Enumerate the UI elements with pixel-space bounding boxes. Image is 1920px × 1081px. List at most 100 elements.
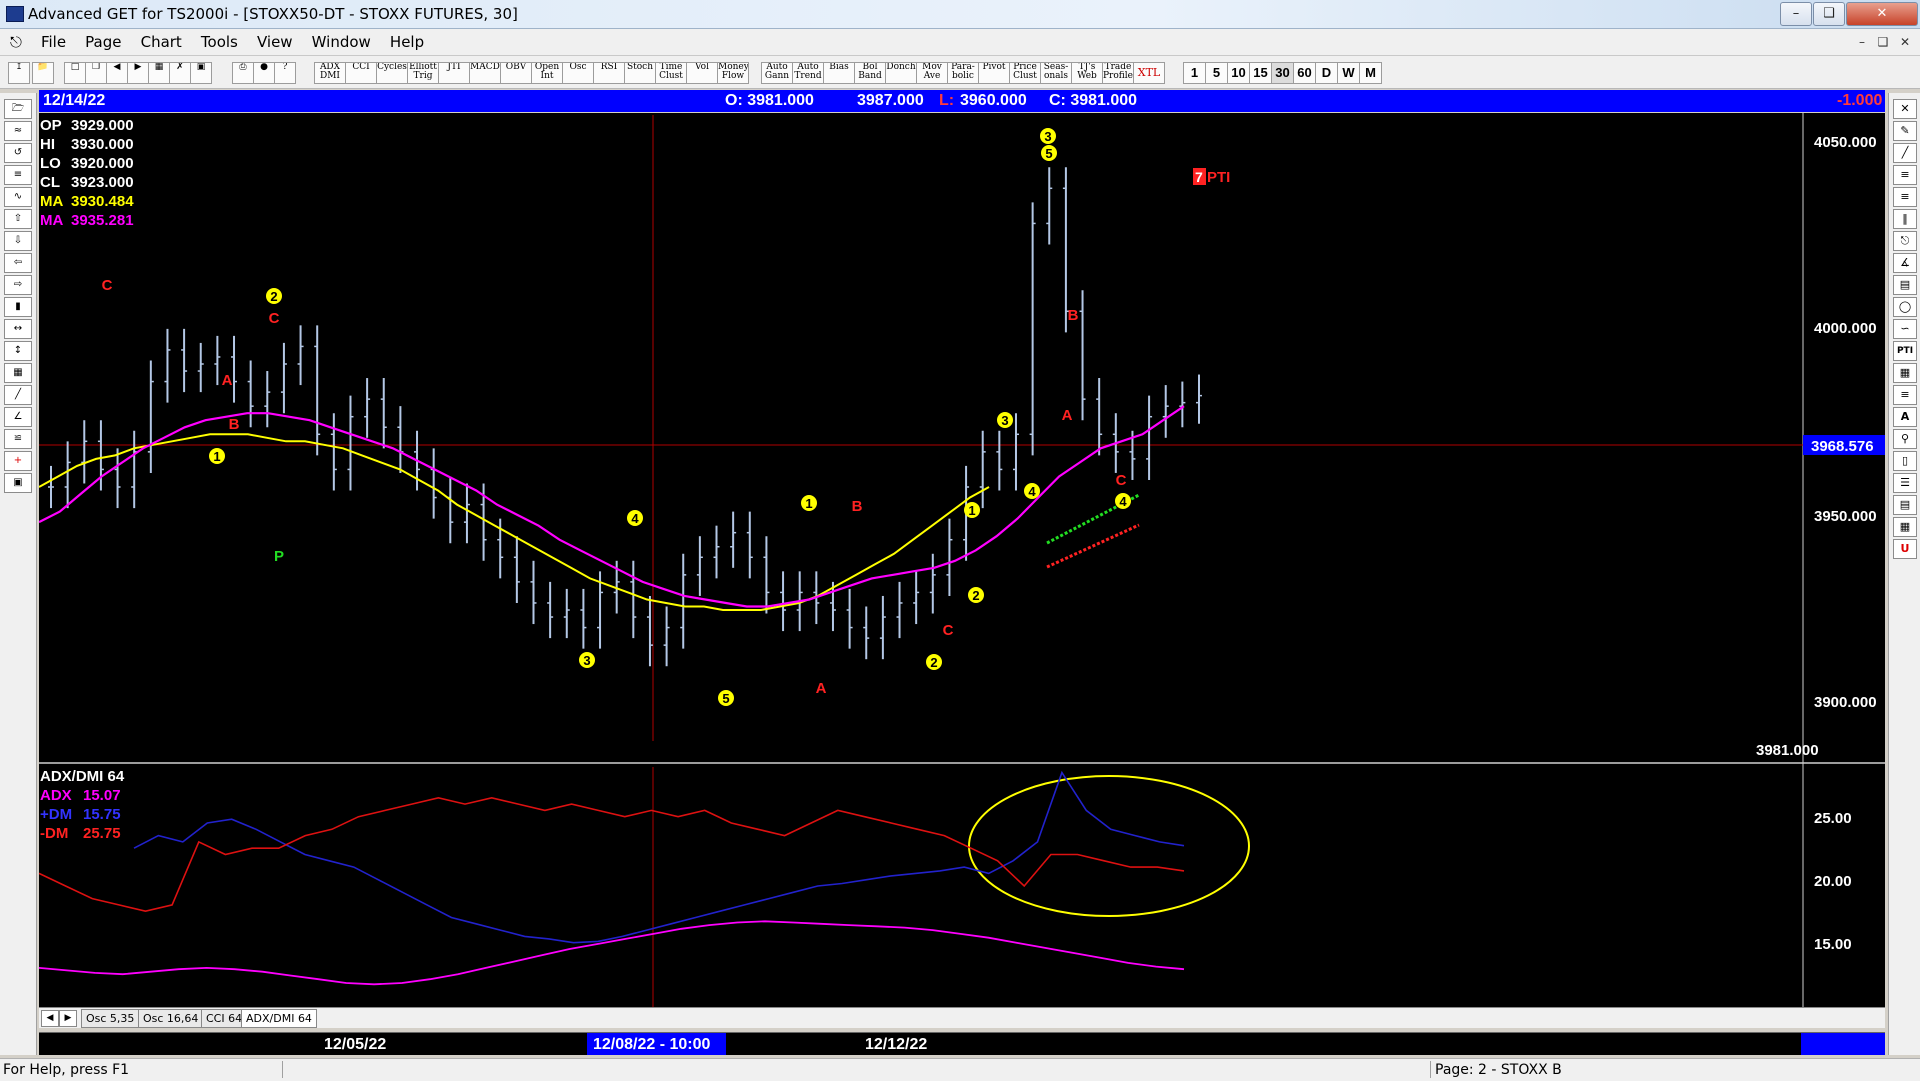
- interval-60[interactable]: 60: [1293, 62, 1316, 84]
- hint-icon[interactable]: ●: [253, 62, 275, 84]
- ellipse-icon[interactable]: ◯: [1893, 297, 1917, 317]
- tool-time-clust[interactable]: Time Clust: [655, 62, 687, 84]
- tool-pivot[interactable]: Pivot: [978, 62, 1010, 84]
- fib-time-icon[interactable]: ‖: [1893, 209, 1917, 229]
- doc-icon[interactable]: ⎋: [0, 29, 29, 51]
- maximize-button[interactable]: ❑: [1813, 2, 1845, 26]
- delete-icon[interactable]: ✗: [169, 62, 191, 84]
- interval-5[interactable]: 5: [1205, 62, 1228, 84]
- tool-vol[interactable]: Vol: [686, 62, 718, 84]
- arrow-up-icon[interactable]: ⇧: [4, 209, 32, 229]
- open-icon[interactable]: 🗁: [4, 99, 32, 119]
- new-page-icon[interactable]: □: [64, 62, 86, 84]
- mdi-restore-icon[interactable]: ❑: [1873, 33, 1893, 51]
- arrow-right-icon[interactable]: ⇨: [4, 275, 32, 295]
- tab-osc-16-64[interactable]: Osc 16,64: [138, 1009, 204, 1028]
- tool-obv[interactable]: OBV: [500, 62, 532, 84]
- tool-jti[interactable]: JTI: [438, 62, 470, 84]
- open-folder-icon[interactable]: 📁: [32, 62, 54, 84]
- pointer-tool-icon[interactable]: ↥: [8, 62, 30, 84]
- regression-icon[interactable]: ∽: [1893, 319, 1917, 339]
- spiral-icon[interactable]: ⎋: [1893, 231, 1917, 251]
- interval-daily[interactable]: D: [1315, 62, 1338, 84]
- tool-open-int[interactable]: Open Int: [531, 62, 563, 84]
- fib-ret-icon[interactable]: ≡: [1893, 165, 1917, 185]
- zoom-icon[interactable]: ⚲: [1893, 429, 1917, 449]
- tool-bias[interactable]: Bias: [823, 62, 855, 84]
- mob-icon[interactable]: ≡: [1893, 385, 1917, 405]
- print-icon[interactable]: ⎙: [232, 62, 254, 84]
- tool-price-clust[interactable]: Price Clust: [1009, 62, 1041, 84]
- tool-macd[interactable]: MACD: [469, 62, 501, 84]
- table-icon[interactable]: ▦: [1893, 363, 1917, 383]
- tool-elliott-trig[interactable]: Elliott Trig: [407, 62, 439, 84]
- close-button[interactable]: ✕: [1846, 2, 1918, 26]
- menu-view[interactable]: View: [250, 29, 300, 51]
- undo-icon[interactable]: U: [1893, 539, 1917, 559]
- pencil-icon[interactable]: ✎: [1893, 121, 1917, 141]
- expand-icon[interactable]: ▣: [190, 62, 212, 84]
- tool-cci[interactable]: CCI: [345, 62, 377, 84]
- arrow-left-icon[interactable]: ⇦: [4, 253, 32, 273]
- crosshair-icon[interactable]: +: [4, 451, 32, 471]
- minimize-button[interactable]: –: [1780, 2, 1812, 26]
- interval-weekly[interactable]: W: [1337, 62, 1360, 84]
- interval-30[interactable]: 30: [1271, 62, 1294, 84]
- elliott-icon[interactable]: ∿: [4, 187, 32, 207]
- interval-15[interactable]: 15: [1249, 62, 1272, 84]
- report-icon[interactable]: ▤: [1893, 495, 1917, 515]
- price-chart-svg[interactable]: 3968.576 3981.000 4050.000 4000.000 3950…: [39, 113, 1885, 1009]
- tool-parabolic[interactable]: Para-bolic: [947, 62, 979, 84]
- fan-icon[interactable]: ∡: [1893, 253, 1917, 273]
- channel-icon[interactable]: ▤: [1893, 275, 1917, 295]
- tool-cycles[interactable]: Cycles: [376, 62, 408, 84]
- tab-scroll-left-icon[interactable]: ◀: [41, 1010, 59, 1027]
- tool-xtl[interactable]: XTL: [1133, 62, 1165, 84]
- compress-icon[interactable]: ↔: [4, 319, 32, 339]
- menu-help[interactable]: Help: [383, 29, 431, 51]
- tool-trade-profile[interactable]: Trade Profile: [1102, 62, 1134, 84]
- back-icon[interactable]: ◀: [106, 62, 128, 84]
- tool-money-flow[interactable]: Money Flow: [717, 62, 749, 84]
- menu-chart[interactable]: Chart: [134, 29, 189, 51]
- forward-icon[interactable]: ▶: [127, 62, 149, 84]
- grid-icon[interactable]: ▦: [148, 62, 170, 84]
- tool-seasonals[interactable]: Seas-onals: [1040, 62, 1072, 84]
- grid-tool-icon[interactable]: ▦: [4, 363, 32, 383]
- interval-1[interactable]: 1: [1183, 62, 1206, 84]
- menu-window[interactable]: Window: [305, 29, 378, 51]
- settings-icon[interactable]: ▦: [1893, 517, 1917, 537]
- tool-tjs-web[interactable]: TJ's Web: [1071, 62, 1103, 84]
- line-icon[interactable]: ╱: [1893, 143, 1917, 163]
- menu-page[interactable]: Page: [78, 29, 128, 51]
- eraser-icon[interactable]: ▯: [1893, 451, 1917, 471]
- tab-scroll-right-icon[interactable]: ▶: [59, 1010, 77, 1027]
- tab-adx-dmi-64[interactable]: ADX/DMI 64: [241, 1009, 317, 1028]
- mdi-minimize-icon[interactable]: –: [1852, 33, 1872, 51]
- tool-adx-dmi[interactable]: ADX DMI: [314, 62, 346, 84]
- arrow-down-icon[interactable]: ⇩: [4, 231, 32, 251]
- help-icon[interactable]: ?: [274, 62, 296, 84]
- tool-osc[interactable]: Osc: [562, 62, 594, 84]
- gann-icon[interactable]: ∠: [4, 407, 32, 427]
- pti-icon[interactable]: PTI: [1893, 341, 1917, 361]
- interval-10[interactable]: 10: [1227, 62, 1250, 84]
- wave-icon[interactable]: ≈: [4, 121, 32, 141]
- bars-icon[interactable]: ▮: [4, 297, 32, 317]
- reset-icon[interactable]: ↺: [4, 143, 32, 163]
- tab-osc-5-35[interactable]: Osc 5,35: [81, 1009, 140, 1028]
- interval-monthly[interactable]: M: [1359, 62, 1382, 84]
- tool-mov-ave[interactable]: Mov Ave: [916, 62, 948, 84]
- close-tool-icon[interactable]: ✕: [1893, 99, 1917, 119]
- text-icon[interactable]: A: [1893, 407, 1917, 427]
- lines-icon[interactable]: ╱: [4, 385, 32, 405]
- fib-ext-icon[interactable]: ≡: [1893, 187, 1917, 207]
- tool-auto-trend[interactable]: Auto Trend: [792, 62, 824, 84]
- tool-rsi[interactable]: RSI: [593, 62, 625, 84]
- chart-area[interactable]: 3968.576 3981.000 4050.000 4000.000 3950…: [39, 113, 1885, 1009]
- mdi-close-icon[interactable]: ✕: [1895, 33, 1915, 51]
- tool-bol-band[interactable]: Bol Band: [854, 62, 886, 84]
- tool-auto-gann[interactable]: Auto Gann: [761, 62, 793, 84]
- tool-donch[interactable]: Donch: [885, 62, 917, 84]
- expand-vertical-icon[interactable]: ↕: [4, 341, 32, 361]
